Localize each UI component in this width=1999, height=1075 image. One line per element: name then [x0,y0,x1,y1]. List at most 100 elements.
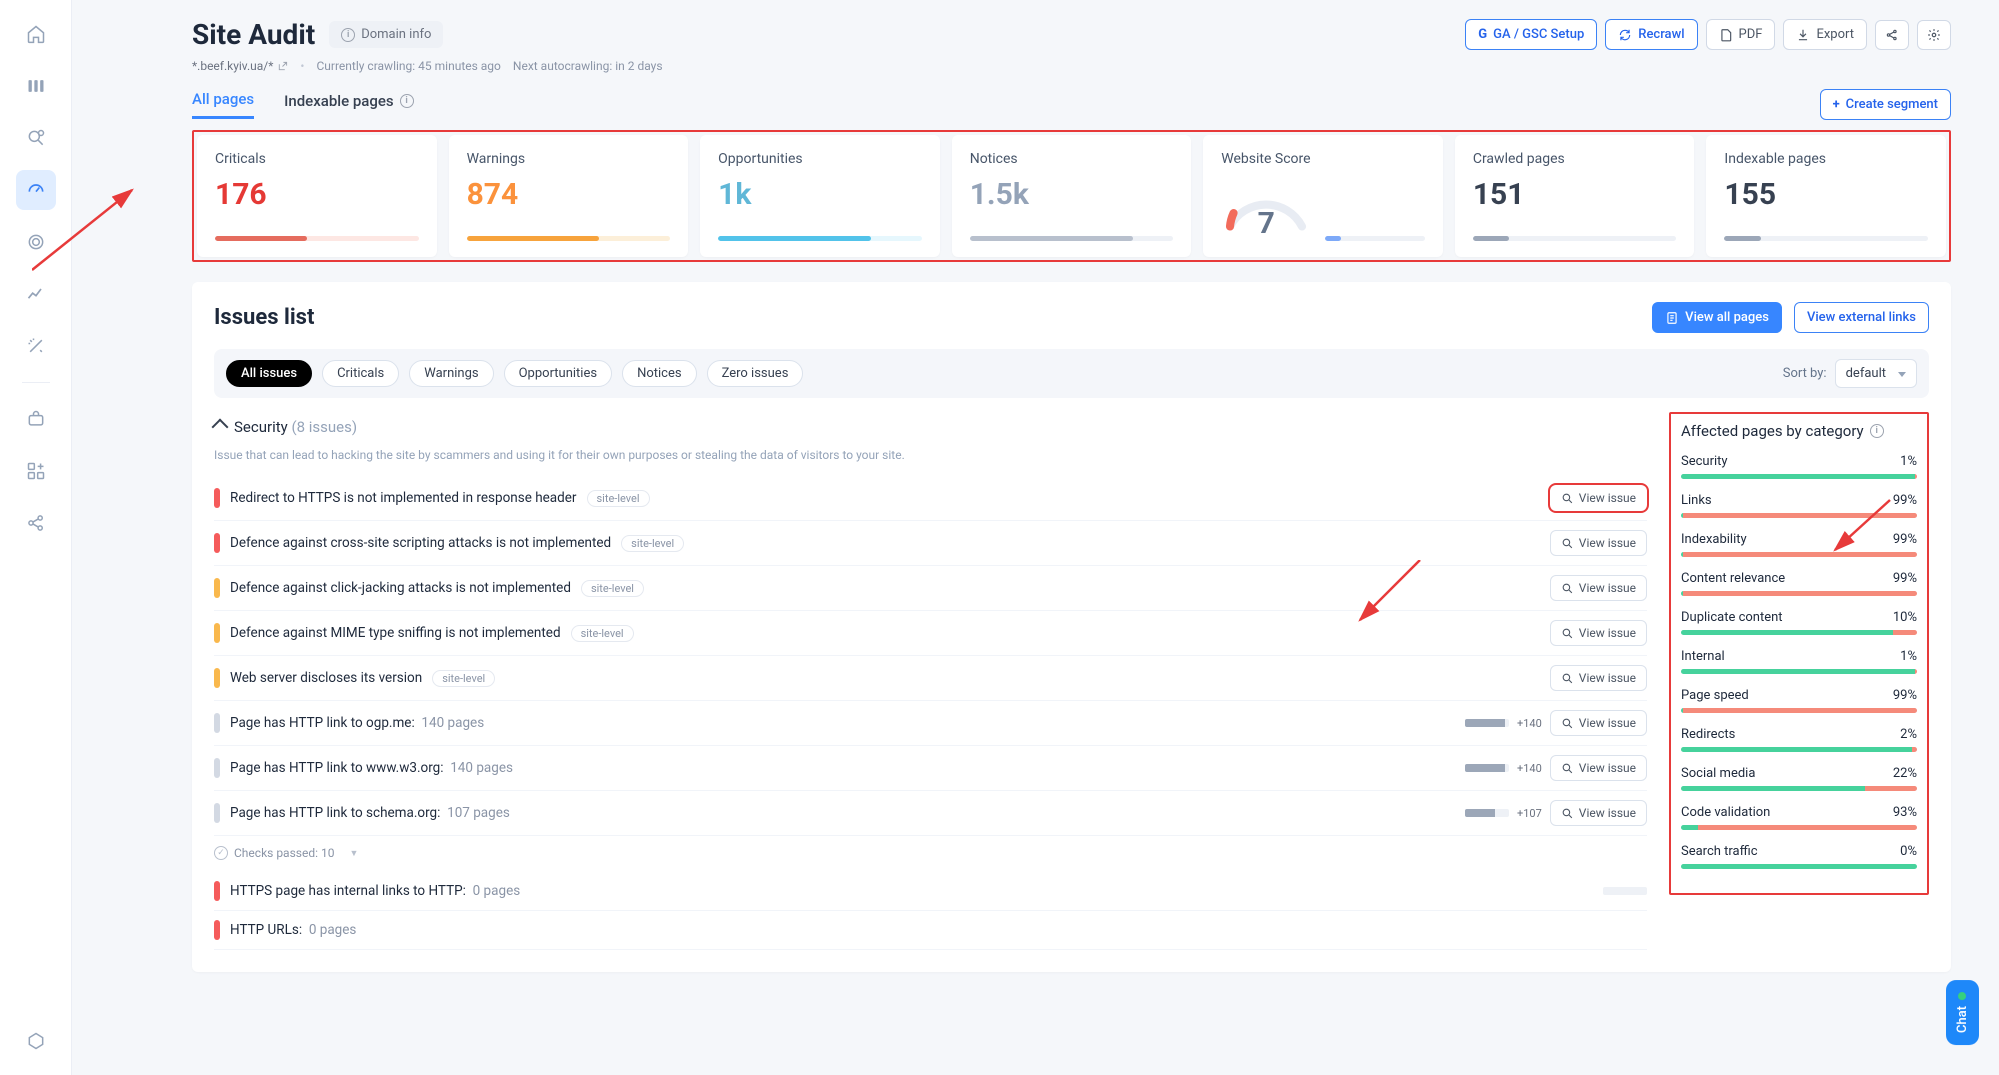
share-icon-button[interactable] [1875,20,1909,50]
page-title: Site Audit [192,18,315,51]
filter-pill[interactable]: Notices [622,360,697,387]
site-level-badge: site-level [581,580,644,597]
view-issue-button[interactable]: View issue [1550,755,1647,781]
category-row[interactable]: Internal1% [1681,649,1917,674]
domain-link[interactable]: *.beef.kyiv.ua/* [192,59,288,73]
nav-target-icon[interactable] [16,222,56,262]
issue-text: Defence against cross-site scripting att… [230,535,611,551]
domain-info-label: Domain info [361,27,431,42]
nav-bottom-icon[interactable] [16,1021,56,1061]
stat-card-score[interactable]: Website Score 7 [1203,135,1443,257]
view-external-links-button[interactable]: View external links [1794,302,1929,333]
gauge-icon: 7 [1221,177,1311,241]
settings-icon-button[interactable] [1917,20,1951,50]
filter-pill[interactable]: Zero issues [707,360,804,387]
category-row[interactable]: Page speed99% [1681,688,1917,713]
filter-pill[interactable]: Warnings [409,360,493,387]
nav-share-icon[interactable] [16,503,56,543]
category-row[interactable]: Code validation93% [1681,805,1917,830]
stat-card-warnings[interactable]: Warnings 874 [449,135,689,257]
view-issue-button[interactable]: View issue [1550,485,1647,511]
group-description: Issue that can lead to hacking the site … [214,448,1647,462]
stat-value: 176 [215,177,419,212]
search-icon [1561,627,1574,640]
nav-bag-icon[interactable] [16,399,56,439]
stat-card-opportunities[interactable]: Opportunities 1k [700,135,940,257]
issue-row: Page has HTTP link to schema.org: 107 pa… [214,791,1647,836]
search-icon [1561,807,1574,820]
issue-text: Web server discloses its version [230,670,422,686]
stat-value: 1k [718,177,922,212]
search-icon [1561,672,1574,685]
group-security-toggle[interactable]: Security (8 issues) [214,412,1647,442]
issue-text: Page has HTTP link to www.w3.org: 140 pa… [230,760,513,776]
category-row[interactable]: Duplicate content10% [1681,610,1917,635]
filter-pill[interactable]: Criticals [322,360,399,387]
severity-indicator [214,881,220,901]
recrawl-button[interactable]: Recrawl [1605,19,1697,50]
info-icon: i [400,94,414,108]
severity-indicator [214,803,220,823]
nav-search-settings[interactable] [16,118,56,158]
create-segment-button[interactable]: +Create segment [1820,89,1951,120]
view-all-pages-button[interactable]: View all pages [1652,302,1782,333]
nav-wand-icon[interactable] [16,326,56,366]
view-issue-button[interactable]: View issue [1550,665,1647,691]
stats-highlight-box: Criticals 176 Warnings 874 Opportunities… [192,130,1951,262]
category-row[interactable]: Search traffic0% [1681,844,1917,869]
sort-select[interactable]: default [1835,359,1917,388]
issue-text: Redirect to HTTPS is not implemented in … [230,490,577,506]
check-icon: ✓ [214,846,228,860]
nav-apps-add-icon[interactable] [16,451,56,491]
chat-widget[interactable]: Chat [1946,980,1979,1045]
stat-value: 151 [1473,177,1677,212]
stat-card-indexable[interactable]: Indexable pages 155 [1706,135,1946,257]
export-button[interactable]: Export [1783,19,1867,50]
info-icon: i [341,28,355,42]
category-row[interactable]: Redirects2% [1681,727,1917,752]
site-level-badge: site-level [432,670,495,687]
pdf-button[interactable]: PDF [1706,19,1776,50]
issue-text: Page has HTTP link to ogp.me: 140 pages [230,715,484,731]
issue-row: Defence against MIME type sniffing is no… [214,611,1647,656]
view-issue-button[interactable]: View issue [1550,710,1647,736]
category-row[interactable]: Content relevance99% [1681,571,1917,596]
ga-gsc-setup-button[interactable]: GGA / GSC Setup [1465,19,1597,50]
view-issue-button[interactable]: View issue [1550,800,1647,826]
stat-value: 1.5k [970,177,1174,212]
tab-all-pages[interactable]: All pages [192,90,254,119]
category-row[interactable]: Indexability99% [1681,532,1917,557]
category-row[interactable]: Links99% [1681,493,1917,518]
view-issue-button[interactable]: View issue [1550,575,1647,601]
severity-indicator [214,488,220,508]
issue-row: Page has HTTP link to ogp.me: 140 pages … [214,701,1647,746]
issue-row: Defence against click-jacking attacks is… [214,566,1647,611]
view-issue-button[interactable]: View issue [1550,620,1647,646]
domain-info-chip[interactable]: i Domain info [329,21,443,48]
issue-row: Defence against cross-site scripting att… [214,521,1647,566]
nav-speed-icon[interactable] [16,170,56,210]
nav-trend-icon[interactable] [16,274,56,314]
issue-row: Page has HTTP link to www.w3.org: 140 pa… [214,746,1647,791]
mini-bar [1465,809,1509,817]
filter-pill[interactable]: Opportunities [504,360,612,387]
online-dot-icon [1959,992,1967,1000]
category-row[interactable]: Social media22% [1681,766,1917,791]
stat-label: Crawled pages [1473,151,1677,167]
count-badge: +107 [1517,807,1542,820]
stat-card-crawled[interactable]: Crawled pages 151 [1455,135,1695,257]
issue-text: Page has HTTP link to schema.org: 107 pa… [230,805,510,821]
category-row[interactable]: Security1% [1681,454,1917,479]
checks-passed-row[interactable]: ✓ Checks passed: 10 ▼ [214,836,1647,872]
search-icon [1561,762,1574,775]
count-badge: +140 [1517,762,1542,775]
stat-card-notices[interactable]: Notices 1.5k [952,135,1192,257]
stat-card-criticals[interactable]: Criticals 176 [197,135,437,257]
view-issue-button[interactable]: View issue [1550,530,1647,556]
nav-home[interactable] [16,14,56,54]
nav-columns[interactable] [16,66,56,106]
tab-indexable-pages[interactable]: Indexable pages i [284,92,414,118]
filter-pill[interactable]: All issues [226,360,312,387]
search-icon [1561,492,1574,505]
mini-bar [1465,764,1509,772]
